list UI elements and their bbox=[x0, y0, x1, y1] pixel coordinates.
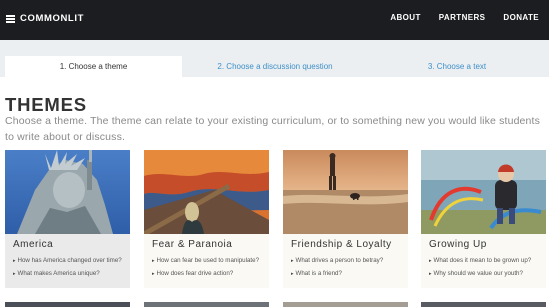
theme-question[interactable]: ▸ How has America changed over time? bbox=[13, 257, 122, 264]
theme-title: Friendship & Loyalty bbox=[291, 239, 392, 250]
statue-of-liberty-image bbox=[5, 150, 130, 234]
page-intro: Choose a theme. The theme can relate to … bbox=[5, 115, 541, 143]
chevron-right-icon: ▸ bbox=[291, 258, 294, 264]
child-on-playground-image bbox=[421, 150, 546, 234]
chevron-right-icon: ▸ bbox=[291, 271, 294, 277]
tab-choose-theme[interactable]: 1. Choose a theme bbox=[5, 56, 182, 77]
chevron-right-icon: ▸ bbox=[13, 271, 16, 277]
theme-card-growing-up[interactable]: Growing Up ▸ What does it mean to be grow… bbox=[421, 150, 546, 288]
chevron-right-icon: ▸ bbox=[429, 271, 432, 277]
theme-question[interactable]: ▸ What makes America unique? bbox=[13, 270, 100, 277]
theme-question[interactable]: ▸ How does fear drive action? bbox=[152, 270, 233, 277]
tab-choose-discussion-question[interactable]: 2. Choose a discussion question bbox=[182, 56, 368, 77]
theme-question[interactable]: ▸ What drives a person to betray? bbox=[291, 257, 383, 264]
nav-link-partners[interactable]: PARTNERS bbox=[439, 13, 486, 22]
theme-title: Fear & Paranoia bbox=[152, 239, 233, 250]
nav-link-donate[interactable]: DONATE bbox=[503, 13, 539, 22]
nav-links: ABOUT PARTNERS DONATE bbox=[390, 13, 539, 22]
theme-title: Growing Up bbox=[429, 239, 487, 250]
nav-link-about[interactable]: ABOUT bbox=[390, 13, 420, 22]
theme-card-friendship-loyalty[interactable]: Friendship & Loyalty ▸ What drives a pers… bbox=[283, 150, 408, 288]
theme-title: America bbox=[13, 239, 54, 250]
chevron-right-icon: ▸ bbox=[13, 258, 16, 264]
theme-question[interactable]: ▸ What does it mean to be grown up? bbox=[429, 257, 531, 264]
chevron-right-icon: ▸ bbox=[429, 258, 432, 264]
theme-card-fear-paranoia[interactable]: Fear & Paranoia ▸ How can fear be used to… bbox=[144, 150, 269, 288]
menu-icon[interactable] bbox=[6, 14, 15, 23]
chevron-right-icon: ▸ bbox=[152, 258, 155, 264]
theme-card-america[interactable]: America ▸ How has America changed over ti… bbox=[5, 150, 130, 288]
logo[interactable]: COMMONLIT bbox=[6, 13, 84, 24]
theme-question[interactable]: ▸ How can fear be used to manipulate? bbox=[152, 257, 259, 264]
theme-card-next-row[interactable] bbox=[283, 302, 408, 307]
theme-question[interactable]: ▸ What is a friend? bbox=[291, 270, 342, 277]
theme-card-next-row[interactable] bbox=[144, 302, 269, 307]
theme-card-next-row[interactable] bbox=[5, 302, 130, 307]
theme-card-next-row[interactable] bbox=[421, 302, 546, 307]
theme-question[interactable]: ▸ Why should we value our youth? bbox=[429, 270, 523, 277]
the-scream-painting-image bbox=[144, 150, 269, 234]
step-tabs: 1. Choose a theme 2. Choose a discussion… bbox=[0, 40, 549, 77]
logo-text[interactable]: COMMONLIT bbox=[20, 13, 84, 24]
person-walking-dog-on-beach-image bbox=[283, 150, 408, 234]
top-navigation-bar: COMMONLIT ABOUT PARTNERS DONATE bbox=[0, 0, 549, 40]
chevron-right-icon: ▸ bbox=[152, 271, 155, 277]
tab-choose-text[interactable]: 3. Choose a text bbox=[368, 56, 546, 77]
